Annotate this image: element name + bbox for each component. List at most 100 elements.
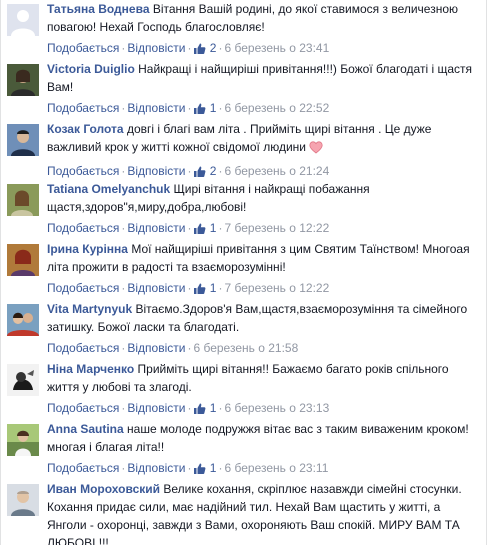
reply-link[interactable]: Відповісти: [127, 281, 185, 295]
comment-author-link[interactable]: Ніна Марченко: [47, 362, 134, 376]
thumbs-up-icon: [193, 102, 206, 119]
comment-actions: Подобається · Відповісти · 1 · 7 березень о 1…: [47, 280, 483, 299]
separator-dot: ·: [218, 281, 223, 295]
comment-timestamp[interactable]: 7 березень о 12:22: [224, 221, 329, 235]
separator-dot: ·: [187, 341, 192, 355]
separator-dot: ·: [121, 41, 126, 55]
like-count-value: 1: [209, 281, 217, 295]
comment-timestamp[interactable]: 6 березень о 22:52: [224, 101, 329, 115]
comment: Vita Martynyuk Вітаємо.Здоров'я Вам,щаст…: [7, 300, 485, 360]
like-count[interactable]: 1: [193, 221, 216, 235]
avatar[interactable]: [7, 244, 39, 276]
separator-dot: ·: [218, 41, 223, 55]
comment-timestamp[interactable]: 6 березень о 21:58: [193, 341, 298, 355]
like-count[interactable]: 1: [193, 281, 216, 295]
comment-body: Ніна Марченко Прийміть щирі вітання!! Ба…: [47, 360, 483, 419]
like-link[interactable]: Подобається: [47, 101, 119, 115]
avatar[interactable]: [7, 364, 39, 396]
comment: Ніна Марченко Прийміть щирі вітання!! Ба…: [7, 360, 485, 420]
separator-dot: ·: [187, 41, 192, 55]
like-count[interactable]: 2: [193, 164, 216, 178]
separator-dot: ·: [218, 461, 223, 475]
like-link[interactable]: Подобається: [47, 281, 119, 295]
comment: Tatiana Omelyanchuk Щирі вітання і найкр…: [7, 180, 485, 240]
comment-timestamp[interactable]: 6 березень о 21:24: [224, 164, 329, 178]
like-count-value: 2: [209, 164, 217, 178]
heart-emoji-icon: [309, 141, 323, 159]
reply-link[interactable]: Відповісти: [127, 401, 185, 415]
comment-author-link[interactable]: Victoria Duiglio: [47, 62, 135, 76]
comment-body: Anna Sautina наше молоде подружжя вітає …: [47, 420, 483, 479]
comment-timestamp[interactable]: 6 березень о 23:13: [224, 401, 329, 415]
reply-link[interactable]: Відповісти: [127, 461, 185, 475]
like-link[interactable]: Подобається: [47, 461, 119, 475]
separator-dot: ·: [121, 281, 126, 295]
comment: Anna Sautina наше молоде подружжя вітає …: [7, 420, 485, 480]
separator-dot: ·: [121, 461, 126, 475]
separator-dot: ·: [121, 341, 126, 355]
comment-body: Иван Мороховский Велике кохання, скріплю…: [47, 480, 483, 545]
comment-author-link[interactable]: Ірина Курінна: [47, 242, 128, 256]
separator-dot: ·: [187, 401, 192, 415]
like-link[interactable]: Подобається: [47, 221, 119, 235]
comment-author-link[interactable]: Tatiana Omelyanchuk: [47, 182, 170, 196]
comment-text-block: Ніна Марченко Прийміть щирі вітання!! Ба…: [47, 360, 483, 396]
comment-text-block: Victoria Duiglio Найкращі і найщиріші пр…: [47, 60, 483, 96]
reply-link[interactable]: Відповісти: [127, 341, 185, 355]
like-link[interactable]: Подобається: [47, 41, 119, 55]
separator-dot: ·: [121, 164, 126, 178]
separator-dot: ·: [187, 221, 192, 235]
separator-dot: ·: [218, 101, 223, 115]
like-count[interactable]: 1: [193, 461, 216, 475]
reply-link[interactable]: Відповісти: [127, 164, 185, 178]
comment-actions: Подобається · Відповісти · 6 березень о 21:5…: [47, 340, 483, 356]
comment-body: Козак Голота довгі і благі вам літа . Пр…: [47, 120, 483, 182]
comment-body: Vita Martynyuk Вітаємо.Здоров'я Вам,щаст…: [47, 300, 483, 356]
avatar[interactable]: [7, 184, 39, 216]
comment-author-link[interactable]: Иван Мороховский: [47, 482, 160, 496]
comment-text-block: Ірина Курінна Мої найщиріші привітання з…: [47, 240, 483, 276]
avatar[interactable]: [7, 484, 39, 516]
comment-actions: Подобається · Відповісти · 1 · 7 березень о 1…: [47, 220, 483, 239]
comment-body: Ірина Курінна Мої найщиріші привітання з…: [47, 240, 483, 299]
like-count[interactable]: 1: [193, 401, 216, 415]
comment: Victoria Duiglio Найкращі і найщиріші пр…: [7, 60, 485, 120]
separator-dot: ·: [187, 164, 192, 178]
like-link[interactable]: Подобається: [47, 401, 119, 415]
separator-dot: ·: [218, 164, 223, 178]
thumbs-up-icon: [193, 282, 206, 299]
separator-dot: ·: [187, 101, 192, 115]
reply-link[interactable]: Відповісти: [127, 101, 185, 115]
comment-text-block: Vita Martynyuk Вітаємо.Здоров'я Вам,щаст…: [47, 300, 483, 336]
comment-timestamp[interactable]: 7 березень о 12:22: [224, 281, 329, 295]
separator-dot: ·: [218, 401, 223, 415]
thumbs-up-icon: [193, 42, 206, 59]
comment-text-block: Татьяна Воднева Вітання Вашій родині, до…: [47, 0, 483, 36]
comment-body: Victoria Duiglio Найкращі і найщиріші пр…: [47, 60, 483, 119]
comment-author-link[interactable]: Vita Martynyuk: [47, 302, 132, 316]
comment-actions: Подобається · Відповісти · 1 · 6 березень о 2…: [47, 400, 483, 419]
like-count-value: 1: [209, 461, 217, 475]
reply-link[interactable]: Відповісти: [127, 221, 185, 235]
avatar[interactable]: [7, 304, 39, 336]
reply-link[interactable]: Відповісти: [127, 41, 185, 55]
thumbs-up-icon: [193, 402, 206, 419]
comment: Ірина Курінна Мої найщиріші привітання з…: [7, 240, 485, 300]
avatar[interactable]: [7, 124, 39, 156]
like-link[interactable]: Подобається: [47, 341, 119, 355]
like-count-value: 1: [209, 221, 217, 235]
like-count[interactable]: 2: [193, 41, 216, 55]
like-link[interactable]: Подобається: [47, 164, 119, 178]
avatar[interactable]: [7, 64, 39, 96]
comment-author-link[interactable]: Татьяна Воднева: [47, 2, 150, 16]
avatar[interactable]: [7, 4, 39, 36]
comment-author-link[interactable]: Козак Голота: [47, 122, 124, 136]
avatar[interactable]: [7, 424, 39, 456]
comment-author-link[interactable]: Anna Sautina: [47, 422, 124, 436]
comment-text-block: Anna Sautina наше молоде подружжя вітає …: [47, 420, 483, 456]
like-count-value: 1: [209, 401, 217, 415]
comment-body: Tatiana Omelyanchuk Щирі вітання і найкр…: [47, 180, 483, 239]
like-count[interactable]: 1: [193, 101, 216, 115]
comment-timestamp[interactable]: 6 березень о 23:41: [224, 41, 329, 55]
comment-timestamp[interactable]: 6 березень о 23:11: [224, 461, 328, 475]
